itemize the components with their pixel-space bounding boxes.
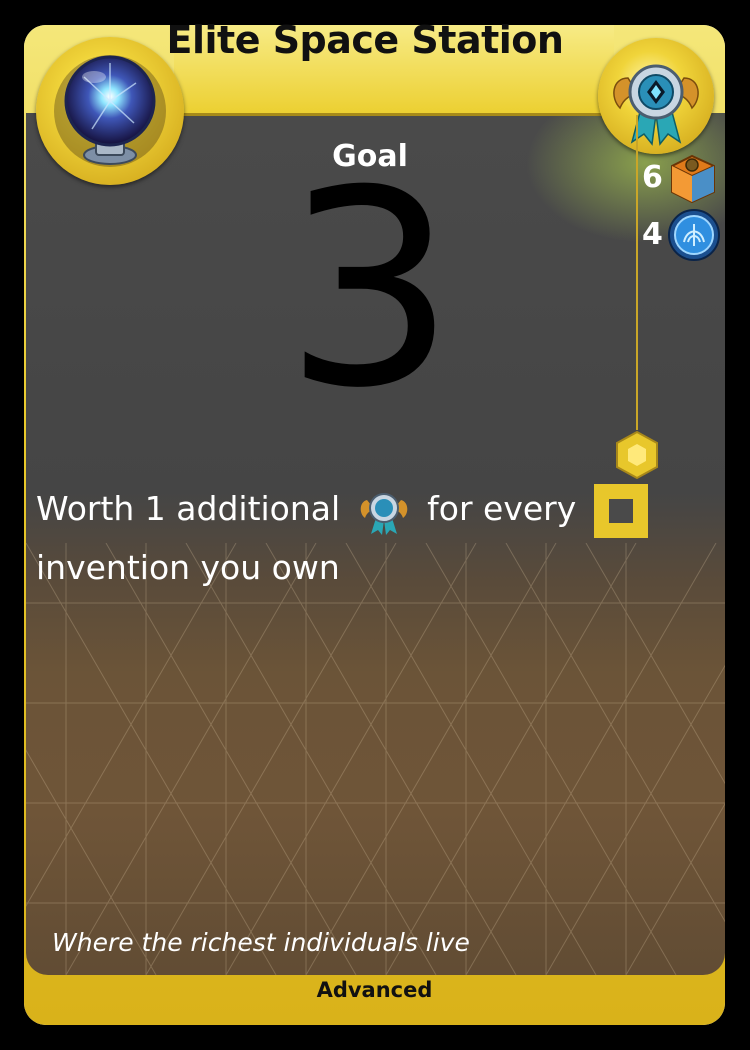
plasma-orb-icon	[54, 55, 166, 167]
invention-square-icon	[593, 483, 648, 538]
flavor-text: Where the richest individuals live	[52, 928, 470, 957]
winged-medal-icon	[613, 64, 699, 146]
blue-tech-token-icon	[668, 209, 720, 261]
stat-value-tech: 4	[642, 217, 663, 252]
connector-line	[636, 115, 638, 430]
portrait-frame	[36, 37, 184, 185]
hex-grid-pattern	[26, 543, 725, 975]
hexagon-icon	[616, 430, 658, 480]
card-set-label: Advanced	[316, 978, 433, 1002]
badge-frame	[598, 38, 714, 154]
prestige-medal-icon	[360, 492, 407, 535]
stat-value-gears: 6	[642, 160, 663, 195]
ability-text-part1: Worth 1 additional	[36, 489, 341, 528]
ability-text: Worth 1 additional for every invention y…	[36, 480, 656, 596]
ability-text-part2: for every	[427, 489, 577, 528]
gear-crate-icon	[671, 154, 715, 204]
ability-text-part3: invention you own	[36, 547, 340, 587]
goal-value: 3	[284, 132, 456, 447]
